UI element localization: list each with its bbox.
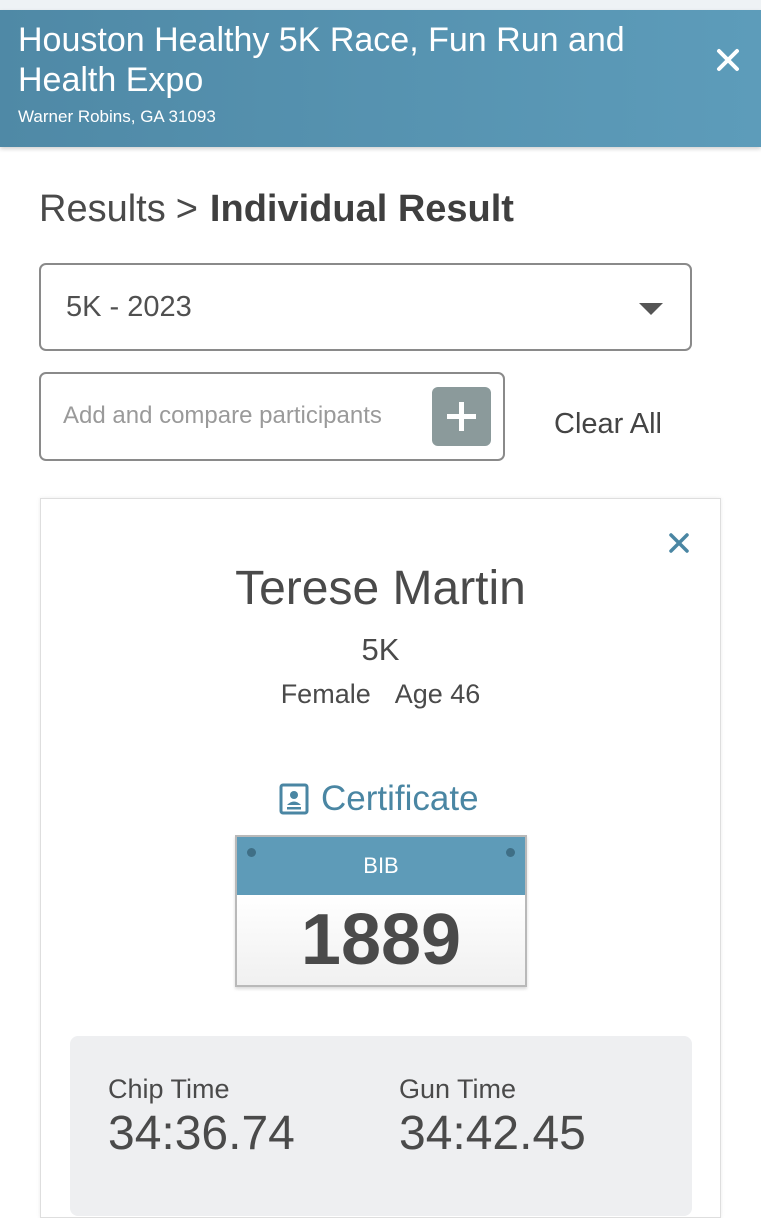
breadcrumb-results-link[interactable]: Results xyxy=(39,188,166,230)
caret-down-icon xyxy=(639,303,663,315)
chip-time-value: 34:36.74 xyxy=(108,1107,295,1160)
gun-time-label: Gun Time xyxy=(399,1074,517,1104)
header-close-button[interactable] xyxy=(706,38,750,82)
participant-name: Terese Martin xyxy=(235,562,526,615)
event-title: Houston Healthy 5K Race, Fun Run and Hea… xyxy=(18,21,625,99)
breadcrumb-current: Individual Result xyxy=(209,188,514,230)
close-icon xyxy=(717,49,739,71)
participant-result-card: Terese Martin 5K Female Age 46 Certificat… xyxy=(40,498,721,1218)
certificate-label: Certificate xyxy=(321,779,479,818)
participant-age: Age 46 xyxy=(394,679,481,709)
breadcrumb-separator: > xyxy=(175,188,198,230)
browser-top-strip xyxy=(0,0,761,10)
bib-number: 1889 xyxy=(237,895,525,985)
bib-hole-left xyxy=(247,848,256,857)
times-panel: Chip Time 34:36.74 Gun Time 34:42.45 xyxy=(70,1036,692,1216)
chip-time-label: Chip Time xyxy=(108,1074,230,1104)
certificate-link[interactable]: Certificate xyxy=(279,777,479,821)
certificate-icon xyxy=(279,783,309,815)
add-participant-button[interactable] xyxy=(432,387,491,446)
event-select[interactable]: 5K - 2023 xyxy=(39,263,692,351)
bib-hole-right xyxy=(506,848,515,857)
event-select-value: 5K - 2023 xyxy=(66,291,192,323)
event-header: Houston Healthy 5K Race, Fun Run and Hea… xyxy=(0,10,761,147)
participant-gender: Female xyxy=(280,679,371,709)
compare-participants-box xyxy=(39,372,505,461)
bib-label: BIB xyxy=(237,837,525,895)
close-icon xyxy=(669,533,689,553)
participant-demographics: Female Age 46 xyxy=(41,677,720,711)
gun-time-value: 34:42.45 xyxy=(399,1107,586,1160)
compare-participants-input[interactable] xyxy=(63,396,423,436)
participant-race: 5K xyxy=(361,632,400,667)
card-close-button[interactable] xyxy=(659,523,699,563)
clear-all-button[interactable]: Clear All xyxy=(554,405,662,443)
event-location: Warner Robins, GA 31093 xyxy=(18,107,216,126)
breadcrumb: Results > Individual Result xyxy=(39,184,514,234)
bib-tag: BIB 1889 xyxy=(235,835,527,987)
